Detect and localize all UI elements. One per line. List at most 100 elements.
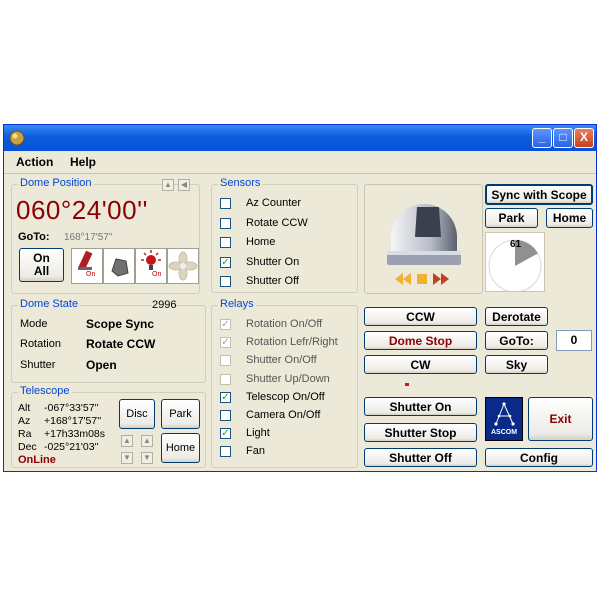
telescope-on-icon[interactable]: On <box>71 248 103 284</box>
relay-label-1: Rotation Lefr/Right <box>246 336 338 349</box>
relay-label-2: Shutter On/Off <box>246 354 317 367</box>
goto-input[interactable]: 0 <box>556 330 592 351</box>
close-button[interactable]: X <box>574 128 594 148</box>
dome-state-title: Dome State <box>18 298 81 310</box>
tele-down-right-icon[interactable]: ▼ <box>141 452 153 464</box>
relay-checkbox-6[interactable]: ✓ <box>220 428 231 440</box>
ascom-label: ASCOM <box>490 429 518 436</box>
sensor-checkbox-0[interactable] <box>220 198 231 209</box>
sensor-label-0: Az Counter <box>246 197 302 209</box>
shutter-value: Open <box>86 358 117 372</box>
title-bar[interactable]: _ □ X <box>4 125 596 151</box>
ra-value: +17h33m08s <box>44 428 106 440</box>
sensor-checkbox-3[interactable]: ✓ <box>220 256 231 268</box>
sensor-label-3: Shutter On <box>246 255 300 268</box>
ascom-constellation-icon <box>494 402 515 426</box>
main-window: _ □ X Action Help Dome Position ▲ ◀ 060°… <box>3 124 597 472</box>
ascom-logo[interactable]: ASCOM <box>485 397 523 441</box>
alt-value: -067°33'57'' <box>44 402 99 414</box>
az-value: +168°17'57'' <box>44 415 102 427</box>
app-icon <box>9 130 25 146</box>
sensor-checkbox-1[interactable] <box>220 217 231 229</box>
telescope-status: OnLine <box>18 454 56 466</box>
sync-with-scope-button[interactable]: Sync with Scope <box>485 184 593 205</box>
goto-value: 168°17'57'' <box>64 232 113 243</box>
light-on-icon[interactable]: On <box>135 248 167 284</box>
goto-label: GoTo: <box>18 231 50 243</box>
ccw-button[interactable]: CCW <box>364 307 477 326</box>
relays-title: Relays <box>218 298 256 310</box>
tele-down-left-icon[interactable]: ▼ <box>121 452 133 464</box>
relay-label-7: Fan <box>246 445 265 458</box>
rock-icon[interactable] <box>103 248 135 284</box>
menu-action[interactable]: Action <box>16 155 53 169</box>
menu-help[interactable]: Help <box>70 155 96 169</box>
telescope-title: Telescope <box>18 385 72 397</box>
shutter-off-button[interactable]: Shutter Off <box>364 448 477 467</box>
relay-checkbox-2[interactable] <box>220 355 231 367</box>
dome-position-title: Dome Position <box>18 177 94 189</box>
relay-label-5: Camera On/Off <box>246 409 321 421</box>
relay-checkbox-1[interactable]: ✓ <box>220 337 231 349</box>
relay-checkbox-0[interactable]: ✓ <box>220 319 231 330</box>
on-all-button[interactable]: On All <box>19 248 64 282</box>
sensor-checkbox-4[interactable] <box>220 276 231 287</box>
arrow-up-icon[interactable]: ▲ <box>162 179 174 191</box>
sensor-label-4: Shutter Off <box>246 275 299 287</box>
sensors-title: Sensors <box>218 177 263 189</box>
home-button[interactable]: Home <box>546 208 593 228</box>
sensor-label-1: Rotate CCW <box>246 216 308 229</box>
minimize-button[interactable]: _ <box>532 128 552 148</box>
az-label: Az <box>18 415 31 427</box>
dome-stop-button[interactable]: Dome Stop <box>364 331 477 350</box>
exit-button[interactable]: Exit <box>528 397 593 441</box>
telescope-group: Telescope Alt -067°33'57'' Az +168°17'57… <box>11 385 206 468</box>
disc-button[interactable]: Disc <box>119 399 155 429</box>
relay-label-6: Light <box>246 427 270 440</box>
sensor-label-2: Home <box>246 236 276 248</box>
dome-azimuth: 060°24'00'' <box>16 195 149 225</box>
ra-label: Ra <box>18 428 32 440</box>
maximize-button[interactable]: □ <box>553 128 573 148</box>
park-button[interactable]: Park <box>485 208 538 228</box>
mode-label: Mode <box>20 318 48 330</box>
goto-button[interactable]: GoTo: <box>485 331 548 350</box>
status-indicator <box>405 383 409 386</box>
dec-value: -025°21'03'' <box>44 441 99 453</box>
relay-checkbox-7[interactable] <box>220 446 231 458</box>
cw-button[interactable]: CW <box>364 355 477 374</box>
on-all-label: On All <box>33 251 50 278</box>
shutter-on-button[interactable]: Shutter On <box>364 397 477 416</box>
telescope-park-button[interactable]: Park <box>161 399 200 429</box>
telescope-home-button[interactable]: Home <box>161 433 200 463</box>
shutter-stop-button[interactable]: Shutter Stop <box>364 423 477 442</box>
fan-icon[interactable] <box>167 248 199 284</box>
observatory-dome-icon <box>387 204 461 265</box>
dome-gauge: 61 <box>485 232 545 293</box>
relay-label-0: Rotation On/Off <box>246 318 323 330</box>
menu-bar: Action Help <box>4 151 596 174</box>
dome-state-count: 2996 <box>152 299 177 311</box>
derotate-button[interactable]: Derotate <box>485 307 548 326</box>
relay-checkbox-5[interactable] <box>220 410 231 421</box>
alt-label: Alt <box>18 402 31 414</box>
sensor-checkbox-2[interactable] <box>220 237 231 248</box>
dome-image-panel <box>364 184 483 294</box>
relay-label-3: Shutter Up/Down <box>246 372 330 385</box>
config-button[interactable]: Config <box>485 448 593 467</box>
dome-position-group: Dome Position ▲ ◀ 060°24'00'' GoTo: 168°… <box>11 177 200 294</box>
dome-state-group: Dome State 2996 Mode Scope Sync Rotation… <box>11 298 206 383</box>
sky-button[interactable]: Sky <box>485 355 548 374</box>
arrow-left-icon[interactable]: ◀ <box>178 179 190 191</box>
mode-value: Scope Sync <box>86 317 155 331</box>
tele-up-right-icon[interactable]: ▲ <box>141 435 153 447</box>
sensors-group: Sensors Az Counter Rotate CCW Home ✓ Shutter… <box>211 177 358 293</box>
dec-label: Dec <box>18 441 37 453</box>
relay-checkbox-4[interactable]: ✓ <box>220 391 231 403</box>
rotation-label: Rotation <box>20 338 61 350</box>
tele-up-left-icon[interactable]: ▲ <box>121 435 133 447</box>
rotation-indicator <box>395 273 449 285</box>
rotation-value: Rotate CCW <box>86 337 156 351</box>
relay-checkbox-3[interactable] <box>220 373 231 385</box>
relay-label-4: Telescop On/Off <box>246 390 325 403</box>
